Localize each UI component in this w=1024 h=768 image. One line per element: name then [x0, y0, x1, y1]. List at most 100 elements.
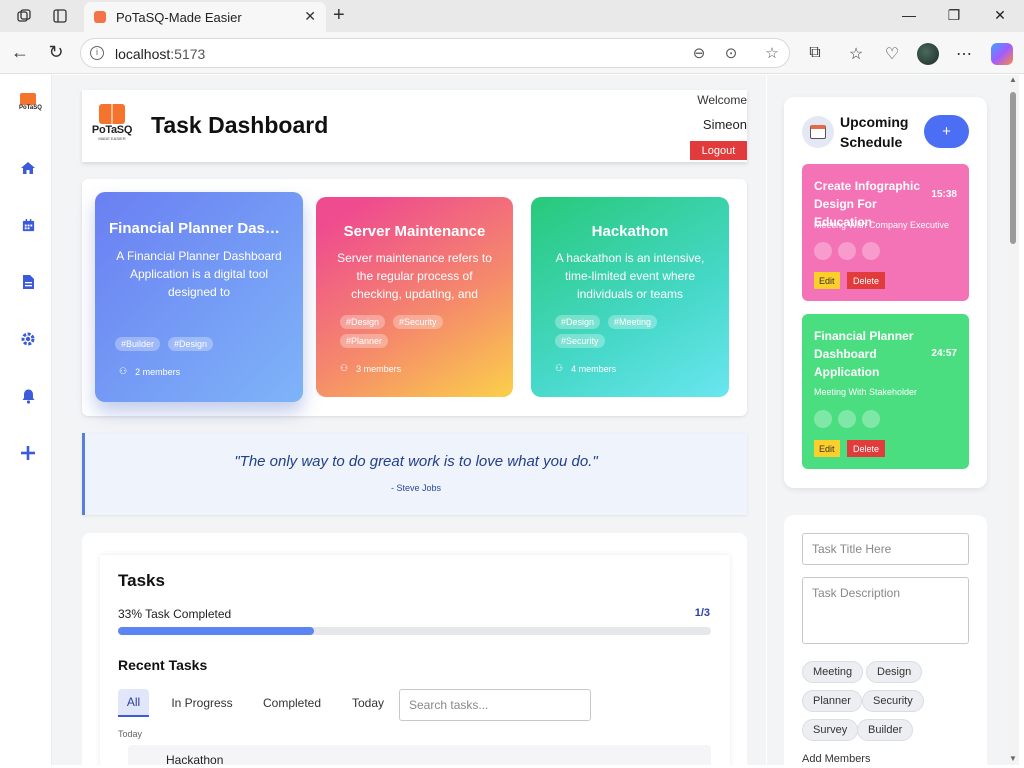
site-info-icon[interactable]: i [90, 46, 104, 60]
app-logo: PoTaSQ MADE EASIER [90, 104, 134, 148]
project-description: A hackathon is an intensive, time-limite… [555, 251, 705, 301]
logout-button[interactable]: Logout [690, 141, 747, 160]
settings-more-icon[interactable]: ⋯ [953, 44, 975, 64]
group-label: Today [118, 729, 143, 739]
search-tasks-input[interactable] [399, 689, 591, 721]
project-members: ⚇ 2 members [119, 366, 181, 377]
tag-chip-planner[interactable]: Planner [802, 690, 862, 712]
extensions-icon[interactable]: ⧉ [804, 44, 826, 62]
scroll-thumb[interactable] [1010, 92, 1016, 244]
settings-icon[interactable] [18, 329, 38, 349]
url-text: localhost:5173 [115, 46, 206, 62]
filter-tab-today[interactable]: Today [344, 689, 392, 717]
project-tag: #Design [168, 337, 214, 351]
close-tab-icon[interactable]: ✕ [304, 8, 316, 25]
schedule-card-subtitle: Meeting With Company Executive [814, 220, 950, 230]
more-page-icon[interactable]: ⊙ [721, 44, 741, 62]
url-field[interactable]: i localhost:5173 ⊖ ⊙ ☆ [80, 38, 790, 68]
schedule-panel: Upcoming Schedule + Create Infographic D… [784, 97, 987, 488]
edit-button[interactable]: Edit [814, 440, 840, 457]
task-row[interactable]: Hackathon [128, 745, 711, 765]
project-card[interactable]: Server Maintenance Server maintenance re… [316, 197, 513, 397]
profile-avatar[interactable] [917, 43, 939, 65]
project-tag: #Security [393, 315, 443, 329]
add-schedule-button[interactable]: + [924, 115, 969, 148]
page-scrollbar[interactable]: ▲ ▼ [1007, 75, 1019, 765]
members-icon: ⚇ [119, 366, 128, 376]
project-title: Server Maintenance [343, 223, 486, 240]
task-title-input[interactable] [802, 533, 969, 565]
tag-chip-meeting[interactable]: Meeting [802, 661, 864, 683]
filter-tab-in-progress[interactable]: In Progress [164, 689, 240, 717]
right-column: Upcoming Schedule + Create Infographic D… [767, 75, 1007, 765]
filter-tab-all[interactable]: All [118, 689, 149, 717]
zoom-out-icon[interactable]: ⊖ [689, 44, 709, 62]
project-description: Server maintenance refers to the regular… [337, 251, 492, 301]
quote-banner: "The only way to do great work is to lov… [82, 433, 747, 515]
filter-tab-completed[interactable]: Completed [254, 689, 330, 717]
tasks-panel: Tasks 33% Task Completed 1/3 Recent Task… [82, 533, 747, 765]
tag-chip-survey[interactable]: Survey [802, 719, 859, 741]
workspaces-icon[interactable] [14, 6, 34, 26]
bell-icon[interactable] [18, 386, 38, 406]
scroll-up-icon[interactable]: ▲ [1009, 75, 1017, 84]
tasks-title: Tasks [118, 571, 165, 590]
plus-icon[interactable] [18, 443, 38, 463]
progress-bar [118, 627, 711, 635]
project-members: ⚇ 3 members [340, 363, 402, 374]
restore-icon[interactable]: ❐ [944, 7, 964, 24]
schedule-card[interactable]: Financial Planner Dashboard Application … [802, 314, 969, 469]
schedule-card-title: Financial Planner Dashboard Application [814, 329, 914, 379]
project-card[interactable]: Financial Planner Dashboard Application … [95, 192, 303, 402]
task-description-input[interactable] [802, 577, 969, 644]
attendee-avatars [814, 242, 880, 260]
delete-button[interactable]: Delete [847, 272, 886, 289]
username: Simeon [702, 117, 747, 132]
new-tab-icon[interactable]: + [333, 4, 345, 27]
project-tags: #Design #Security #Planner [340, 315, 493, 348]
home-icon[interactable] [18, 158, 38, 178]
avatar [814, 242, 832, 260]
task-form-panel: Meeting Design Planner Security Survey B… [784, 515, 987, 765]
avatar [838, 242, 856, 260]
back-icon[interactable]: ← [9, 42, 31, 63]
calendar-icon[interactable] [18, 215, 38, 235]
project-card[interactable]: Hackathon A hackathon is an intensive, t… [531, 197, 729, 397]
project-tags: #Builder #Design [115, 337, 283, 351]
address-bar: ← ↻ i localhost:5173 ⊖ ⊙ ☆ [0, 32, 1024, 74]
main-content: PoTaSQ MADE EASIER Task Dashboard Welcom… [52, 75, 766, 765]
dashboard-header: PoTaSQ MADE EASIER Task Dashboard Welcom… [82, 90, 747, 162]
delete-button[interactable]: Delete [847, 440, 886, 457]
tasks-card: Tasks 33% Task Completed 1/3 Recent Task… [100, 555, 730, 765]
project-title: Financial Planner Dashboard Application [109, 220, 303, 237]
tab-title: PoTaSQ-Made Easier [116, 10, 242, 25]
edit-button[interactable]: Edit [814, 272, 840, 289]
copilot-icon[interactable] [991, 43, 1013, 65]
quote-text: "The only way to do great work is to lov… [234, 453, 598, 470]
minimize-icon[interactable]: — [899, 7, 919, 23]
project-tag: #Meeting [608, 315, 658, 329]
browser-tab[interactable]: PoTaSQ-Made Easier ✕ [84, 2, 326, 32]
task-row-title: Hackathon [166, 753, 224, 765]
tab-actions-icon[interactable] [50, 6, 70, 26]
avatar [862, 242, 880, 260]
members-icon: ⚇ [555, 363, 564, 373]
close-window-icon[interactable]: ✕ [990, 7, 1010, 24]
page-title: Task Dashboard [151, 112, 329, 138]
recent-tasks-title: Recent Tasks [118, 657, 208, 673]
avatar [838, 410, 856, 428]
browser-essentials-icon[interactable]: ♡ [881, 44, 903, 64]
reload-icon[interactable]: ↻ [45, 42, 67, 63]
favorites-icon[interactable]: ☆ [845, 44, 867, 64]
sidebar-logo[interactable]: PoTaSQ [19, 93, 42, 111]
progress-count: 1/3 [694, 607, 710, 619]
scroll-down-icon[interactable]: ▼ [1009, 754, 1017, 763]
favorite-star-icon[interactable]: ☆ [762, 44, 782, 62]
tag-chip-security[interactable]: Security [862, 690, 924, 712]
project-tag: #Builder [115, 337, 161, 351]
tag-chip-design[interactable]: Design [866, 661, 923, 683]
schedule-card[interactable]: Create Infographic Design For Education … [802, 164, 969, 301]
sidebar: PoTaSQ [4, 75, 52, 765]
document-icon[interactable] [18, 272, 38, 292]
tag-chip-builder[interactable]: Builder [857, 719, 914, 741]
